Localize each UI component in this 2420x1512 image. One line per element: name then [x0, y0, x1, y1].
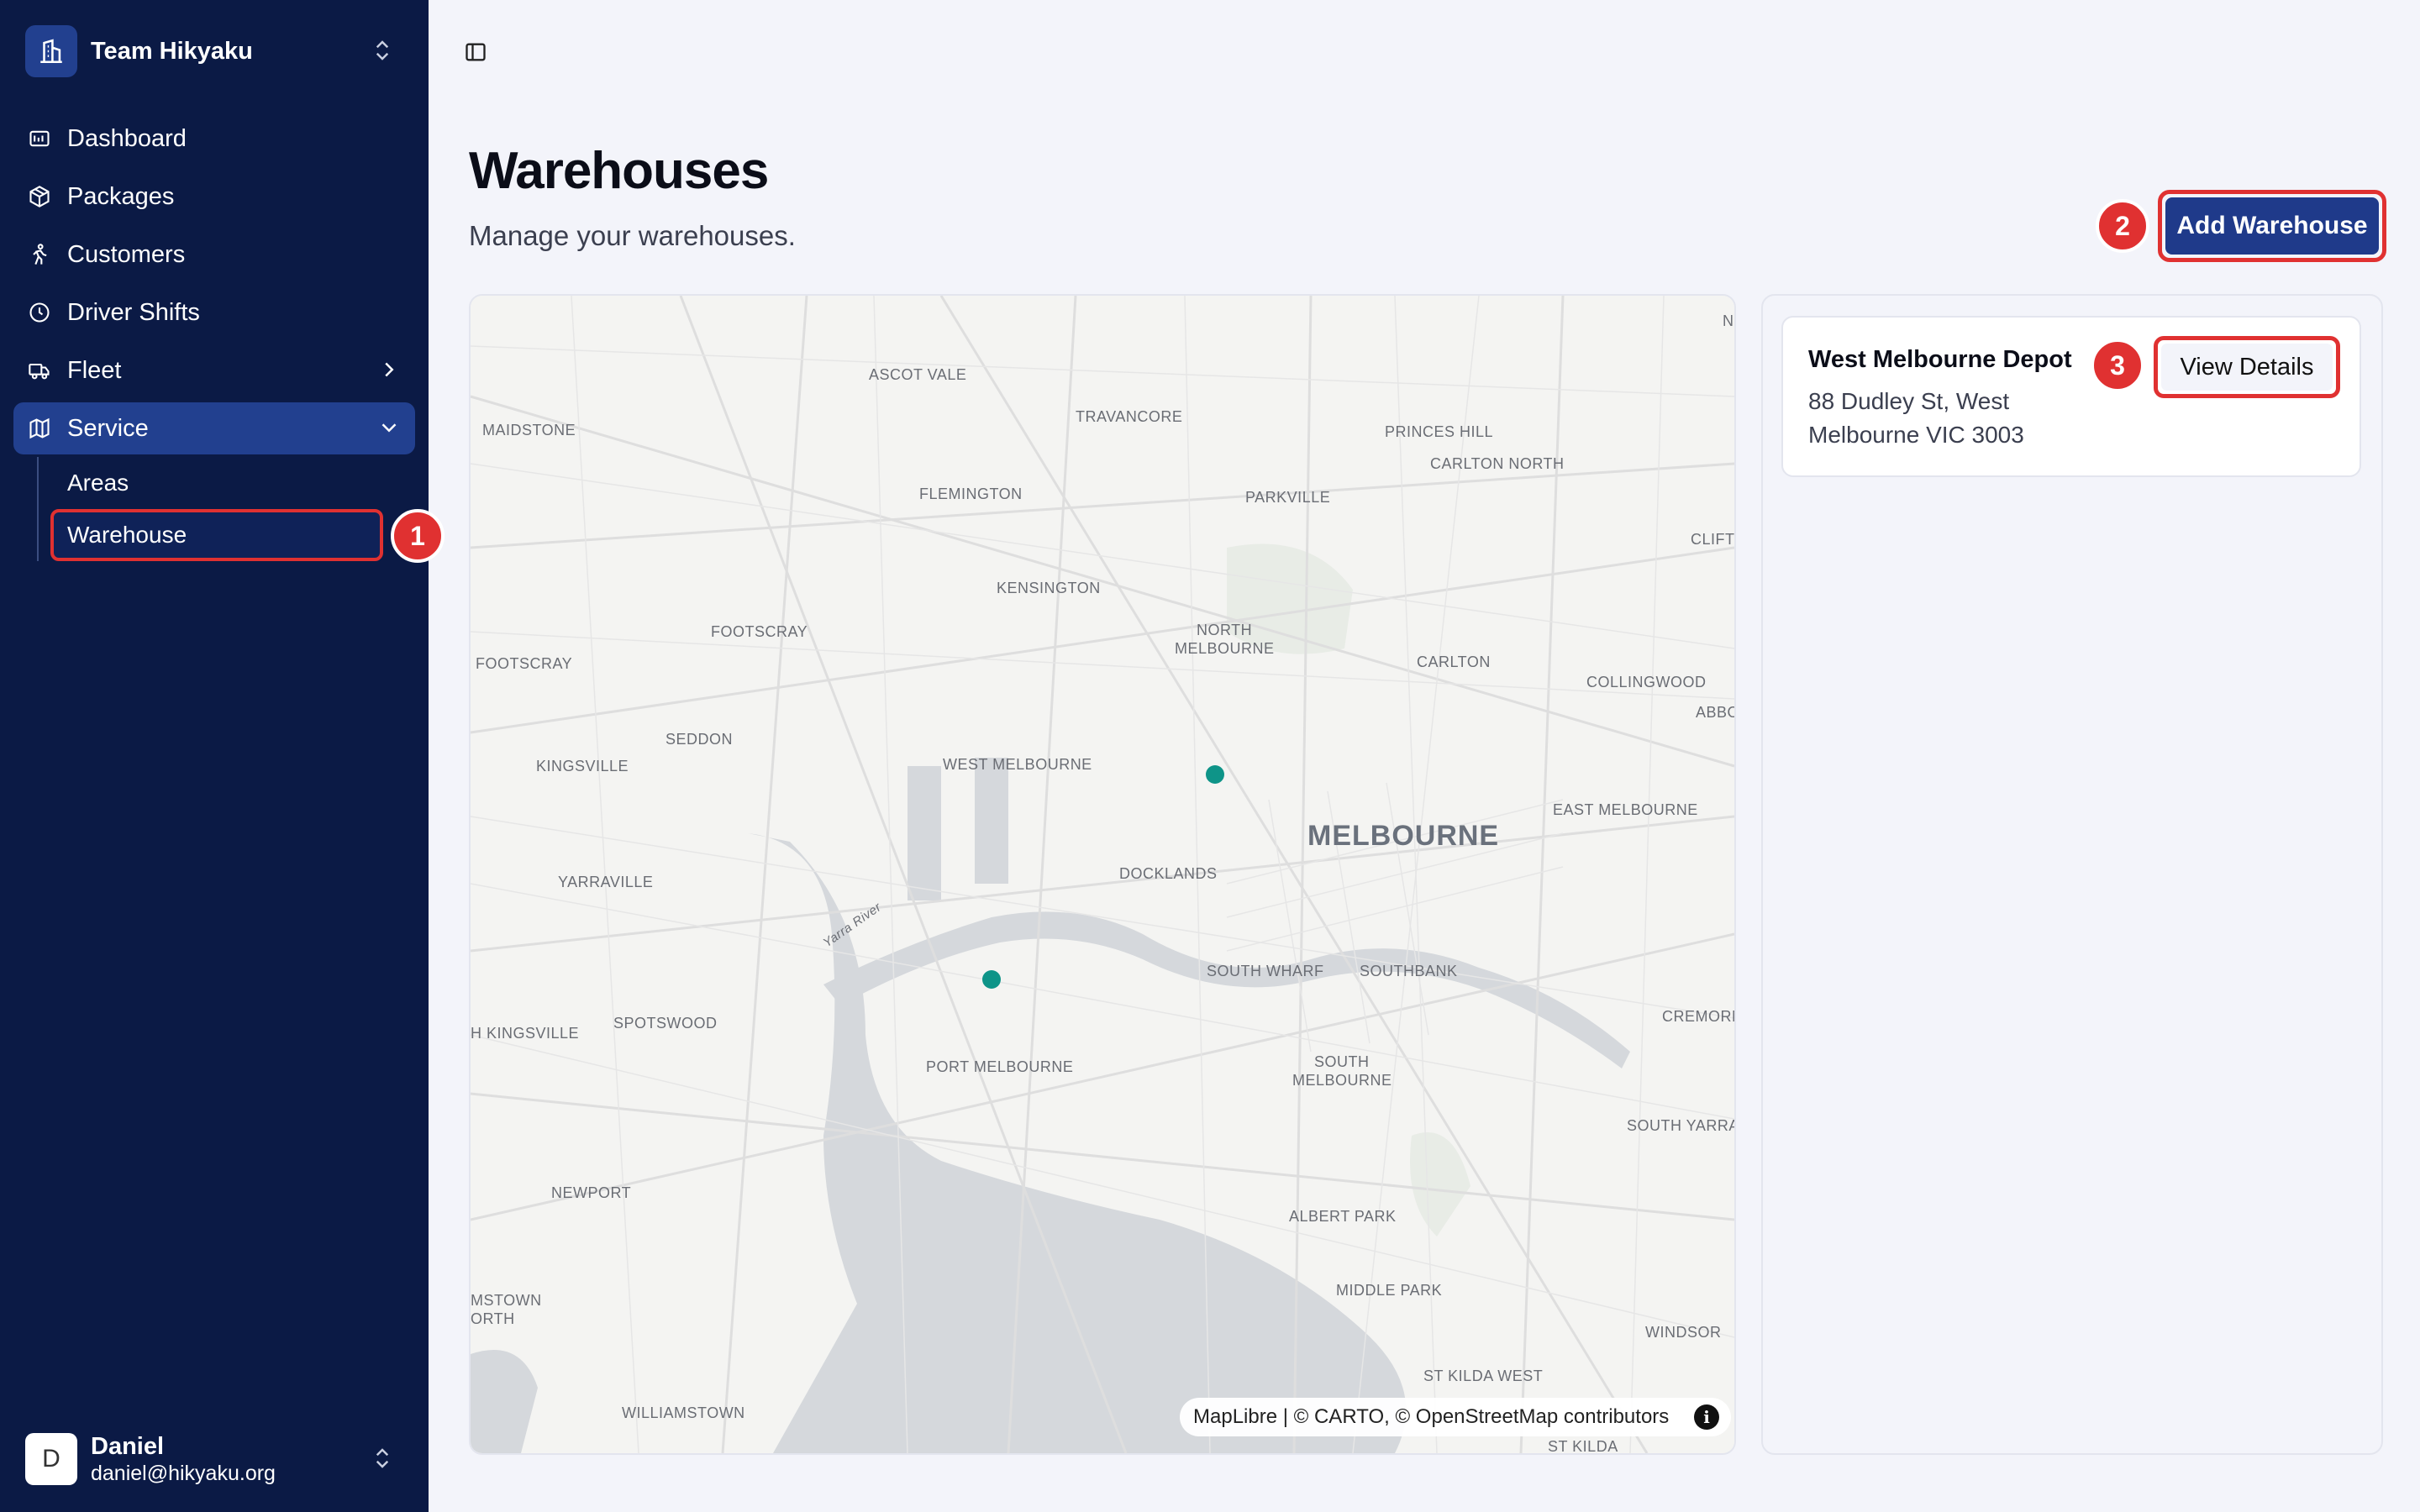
map-icon [25, 414, 54, 443]
map-label: KENSINGTON [997, 580, 1101, 596]
map-attribution-text: MapLibre | © CARTO, © OpenStreetMap cont… [1193, 1405, 1670, 1428]
sidebar-item-label: Service [67, 414, 149, 442]
service-subnav: Areas Warehouse [37, 457, 390, 561]
team-switcher[interactable]: Team Hikyaku [25, 25, 403, 77]
sidebar-item-label: Customers [67, 240, 186, 268]
sidebar-item-packages[interactable]: Packages [13, 171, 415, 223]
map-label: TRAVANCORE [1076, 408, 1182, 425]
map-label: SPOTSWOOD [613, 1015, 718, 1032]
info-icon[interactable]: i [1694, 1404, 1719, 1430]
warehouse-name: West Melbourne Depot [1808, 346, 2072, 373]
annotation-badge-3: 3 [2091, 339, 2144, 392]
page-subtitle: Manage your warehouses. [469, 220, 796, 251]
map-label: COLLINGWOOD [1586, 674, 1707, 690]
chevrons-up-down-icon [370, 1446, 395, 1475]
avatar: D [25, 1433, 77, 1485]
map-label: FLEMINGTON [919, 486, 1023, 502]
warehouse-map[interactable]: ASCOT VALE TRAVANCORE PRINCES HILL CARLT… [469, 294, 1736, 1455]
map-label: SOUTH YARRA [1627, 1117, 1734, 1134]
map-label: MIDDLE PARK [1336, 1282, 1442, 1299]
map-label: SOUTHBANK [1360, 963, 1458, 979]
map-label: MELBOURNE [1292, 1072, 1392, 1089]
map-label: EAST MELBOURNE [1553, 801, 1698, 818]
user-menu[interactable]: D Daniel daniel@hikyaku.org [25, 1433, 403, 1485]
map-label: PARKVILLE [1245, 489, 1330, 506]
map-label: WINDSOR [1645, 1324, 1722, 1341]
subnav-item-label: Areas [67, 470, 129, 496]
view-details-label: View Details [2161, 344, 2333, 391]
map-label-city: MELBOURNE [1307, 820, 1499, 852]
map-label: SOUTH [1314, 1053, 1370, 1070]
sidebar-item-label: Driver Shifts [67, 298, 200, 326]
sidebar-nav: Dashboard Packages Customers Driver Shif… [13, 113, 415, 460]
map-label: CARLTON NORTH [1430, 455, 1565, 472]
sidebar-item-service[interactable]: Service [13, 402, 415, 454]
map-label: ASCOT VALE [869, 366, 966, 383]
dashboard-icon [25, 124, 54, 153]
user-info: Daniel daniel@hikyaku.org [91, 1432, 276, 1486]
warehouse-marker[interactable] [982, 970, 1001, 989]
map-label: ORTH [471, 1310, 515, 1327]
chevron-right-icon [376, 357, 402, 389]
map-label: SEDDON [666, 731, 733, 748]
sidebar-item-label: Dashboard [67, 124, 187, 152]
chevron-down-icon [376, 415, 402, 447]
user-email: daniel@hikyaku.org [91, 1462, 276, 1485]
map-label: H KINGSVILLE [471, 1025, 579, 1042]
annotation-badge-1: 1 [391, 509, 445, 563]
team-name: Team Hikyaku [91, 37, 253, 65]
building-icon [25, 25, 77, 77]
map-label: NORTH [1197, 622, 1252, 638]
map-label: CARLTON [1417, 654, 1491, 670]
map-label: FOOTSCRAY [476, 655, 572, 672]
customers-icon [25, 240, 54, 269]
subnav-item-warehouse[interactable]: Warehouse [50, 509, 383, 561]
map-label: PORT MELBOURNE [926, 1058, 1073, 1075]
sidebar-item-dashboard[interactable]: Dashboard [13, 113, 415, 165]
warehouse-marker[interactable] [1206, 765, 1224, 784]
annotation-badge-2: 2 [2096, 199, 2149, 253]
add-warehouse-label: Add Warehouse [2165, 197, 2379, 255]
user-name: Daniel [91, 1433, 165, 1460]
panel-left-icon [464, 43, 487, 67]
view-details-button[interactable]: View Details [2154, 336, 2340, 398]
subnav-item-label: Warehouse [67, 522, 187, 548]
map-label: YARRAVILLE [558, 874, 653, 890]
map-label: ST KILDA [1548, 1438, 1618, 1453]
map-label: NEWPORT [551, 1184, 631, 1201]
sidebar-toggle-button[interactable] [464, 40, 487, 68]
sidebar-item-label: Packages [67, 182, 175, 210]
sidebar: Team Hikyaku Dashboard Packages Customer… [0, 0, 429, 1512]
map-label: CREMORNE [1662, 1008, 1734, 1025]
map-label: MAIDSTONE [482, 422, 576, 438]
map-label: ALBERT PARK [1289, 1208, 1397, 1225]
map-attribution: MapLibre | © CARTO, © OpenStreetMap cont… [1180, 1398, 1731, 1436]
map-label: KINGSVILLE [536, 758, 629, 774]
warehouse-address: 88 Dudley St, West Melbourne VIC 3003 [1808, 388, 2024, 448]
map-label: PRINCES HILL [1385, 423, 1493, 440]
map-label: ST KILDA WEST [1423, 1368, 1543, 1384]
map-label: CLIFTC [1691, 531, 1734, 548]
truck-icon [25, 356, 54, 385]
map-label: WILLIAMSTOWN [622, 1404, 745, 1421]
map-label: N [1723, 312, 1734, 329]
add-warehouse-button[interactable]: Add Warehouse [2158, 190, 2386, 262]
map-label: MELBOURNE [1175, 640, 1275, 657]
map-label: DOCKLANDS [1119, 865, 1218, 882]
page-title: Warehouses [469, 142, 769, 200]
map-label: SOUTH WHARF [1207, 963, 1324, 979]
clock-icon [25, 298, 54, 327]
map-canvas: ASCOT VALE TRAVANCORE PRINCES HILL CARLT… [471, 296, 1734, 1453]
sidebar-item-fleet[interactable]: Fleet [13, 344, 415, 396]
sidebar-item-driver-shifts[interactable]: Driver Shifts [13, 286, 415, 339]
map-label: ABBO [1696, 704, 1734, 721]
map-label: MSTOWN [471, 1292, 542, 1309]
sidebar-item-label: Fleet [67, 356, 122, 384]
subnav-item-areas[interactable]: Areas [50, 457, 383, 509]
chevrons-up-down-icon [370, 38, 395, 67]
map-label: WEST MELBOURNE [943, 756, 1092, 773]
sidebar-item-customers[interactable]: Customers [13, 228, 415, 281]
package-icon [25, 182, 54, 211]
map-label: FOOTSCRAY [711, 623, 808, 640]
